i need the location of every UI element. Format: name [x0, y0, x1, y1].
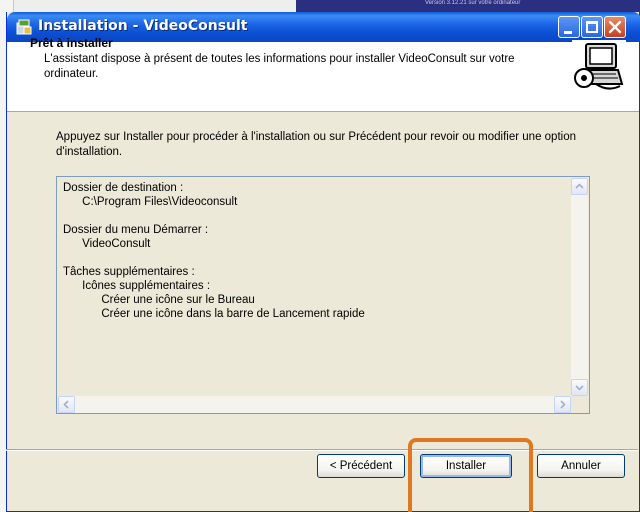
chevron-left-icon [63, 400, 69, 409]
maximize-button[interactable] [581, 16, 603, 38]
instruction-text: Appuyez sur Installer pour procéder à l'… [56, 131, 576, 158]
memo-line: Icônes supplémentaires : [63, 280, 211, 292]
page-title: Prêt à installer [30, 36, 113, 50]
memo-line: Créer une icône dans la barre de Lanceme… [63, 308, 365, 320]
page-description: L'assistant dispose à présent de toutes … [44, 53, 515, 80]
memo-line [63, 251, 563, 265]
memo-line: Dossier du menu Démarrer : [63, 224, 209, 236]
setup-app-icon [15, 18, 33, 36]
chevron-up-icon [575, 183, 584, 189]
chevron-down-icon [575, 385, 584, 391]
memo-line: VideoConsult [63, 238, 151, 250]
back-button[interactable]: < Précédent [317, 454, 405, 478]
cancel-button[interactable]: Annuler [537, 454, 625, 478]
close-button[interactable] [604, 16, 626, 38]
memo-line: Tâches supplémentaires : [63, 266, 195, 278]
ready-memo-text: Dossier de destination : C:\Program File… [63, 181, 563, 391]
chevron-right-icon [560, 400, 566, 409]
scroll-left-button[interactable] [58, 396, 75, 413]
install-button[interactable]: Installer [420, 454, 512, 478]
memo-line: Dossier de destination : [63, 182, 184, 194]
footer-separator [6, 449, 638, 451]
scroll-down-button[interactable] [571, 379, 588, 396]
memo-line [63, 209, 563, 223]
horizontal-scrollbar[interactable] [58, 396, 571, 413]
minimize-button[interactable] [558, 16, 580, 38]
close-icon [608, 20, 622, 34]
ready-memo[interactable]: Dossier de destination : C:\Program File… [56, 176, 590, 414]
scroll-right-button[interactable] [554, 396, 571, 413]
background-version-text: Version 3.12.21 sur votre ordinateur [425, 0, 521, 6]
scroll-up-button[interactable] [571, 178, 588, 195]
minimize-icon [564, 31, 572, 34]
memo-line: Créer une icône sur le Bureau [63, 294, 255, 306]
vertical-scrollbar[interactable] [571, 178, 588, 396]
window-title: Installation - VideoConsult [38, 18, 248, 34]
computer-install-icon [572, 40, 626, 94]
maximize-icon [586, 21, 598, 33]
memo-line: C:\Program Files\Videoconsult [63, 196, 238, 208]
scrollbar-corner [571, 396, 588, 413]
